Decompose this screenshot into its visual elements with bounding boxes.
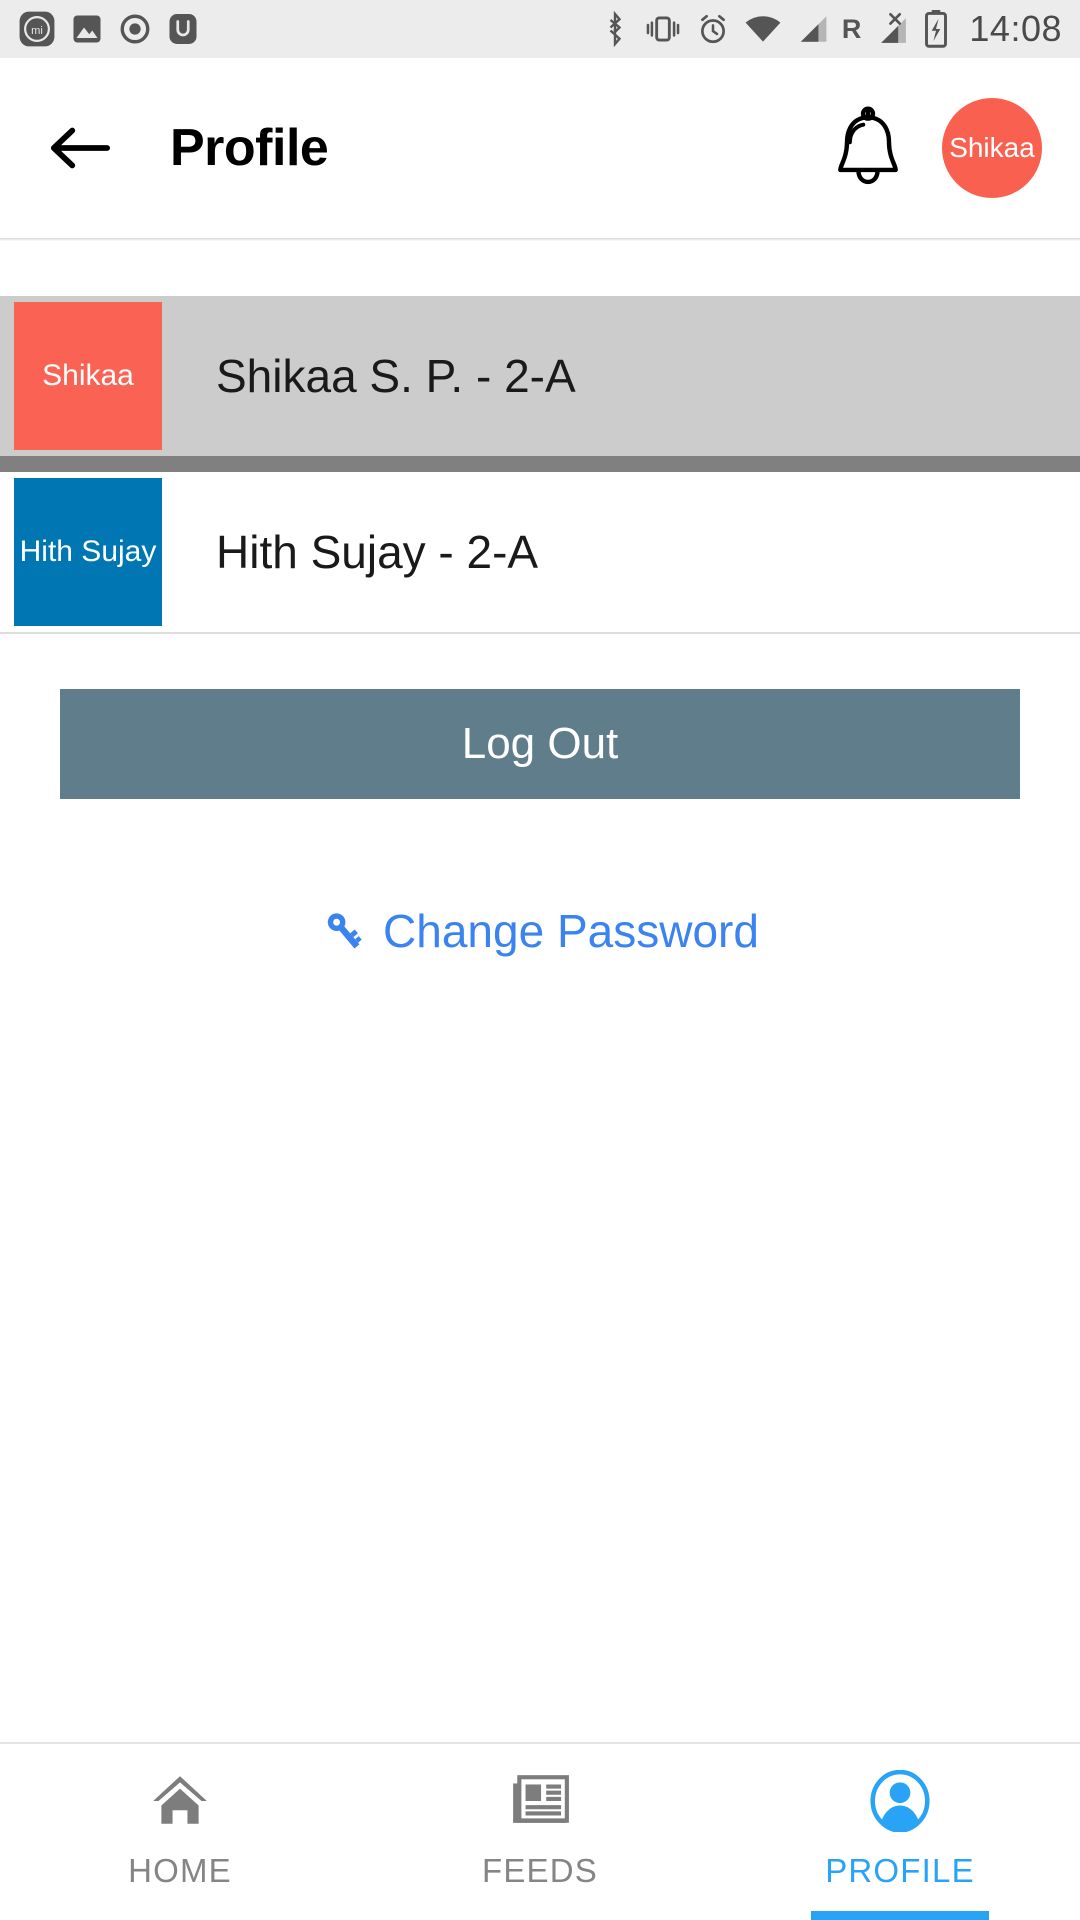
- record-dot-icon: [118, 12, 152, 46]
- change-password-label: Change Password: [383, 905, 759, 957]
- list-item-avatar: Shikaa: [14, 302, 162, 450]
- status-bar-clock: 14:08: [969, 8, 1062, 49]
- app-icon: [165, 11, 201, 47]
- nav-label-profile: PROFILE: [825, 1852, 975, 1889]
- list-item-avatar-label: Hith Sujay: [19, 535, 157, 568]
- main-content: Shikaa Shikaa S. P. - 2-A Hith Sujay Hit…: [0, 238, 1080, 958]
- logout-button[interactable]: Log Out: [60, 689, 1020, 799]
- app-screen: mi R 14:08 Profile Shikaa Shikaa Shikaa …: [0, 0, 1080, 1920]
- person-icon: [869, 1770, 931, 1832]
- nav-active-indicator: [811, 1911, 989, 1920]
- roaming-icon: R: [841, 13, 862, 44]
- list-item-label: Hith Sujay - 2-A: [216, 526, 539, 578]
- app-bar: Profile Shikaa: [0, 58, 1080, 241]
- no-sim-signal-icon: [875, 12, 909, 46]
- notifications-button[interactable]: [820, 100, 916, 196]
- key-icon: [321, 905, 367, 957]
- bottom-navigation: HOME FEEDS PROFILE: [0, 1742, 1080, 1920]
- mi-security-app-icon: mi: [18, 10, 56, 48]
- content-top-gap: [0, 238, 1080, 296]
- nav-label-home: HOME: [128, 1852, 232, 1889]
- battery-charging-icon: [923, 10, 949, 48]
- list-item-avatar: Hith Sujay: [14, 478, 162, 626]
- back-arrow-icon: [50, 127, 111, 169]
- list-item-label: Shikaa S. P. - 2-A: [216, 350, 576, 402]
- page-title: Profile: [170, 119, 329, 177]
- svg-text:mi: mi: [31, 25, 43, 37]
- status-bar-notification-icons: mi: [18, 10, 201, 48]
- status-bar: mi R 14:08: [0, 0, 1080, 58]
- bluetooth-icon: [600, 11, 630, 47]
- signal-bars-icon: [796, 13, 828, 45]
- list-item[interactable]: Hith Sujay Hith Sujay - 2-A: [0, 472, 1080, 632]
- list-item-avatar-label: Shikaa: [42, 359, 134, 392]
- avatar[interactable]: Shikaa: [942, 98, 1042, 198]
- list-item[interactable]: Shikaa Shikaa S. P. - 2-A: [0, 296, 1080, 456]
- bell-icon: [838, 106, 898, 185]
- change-password-link[interactable]: Change Password: [0, 904, 1080, 958]
- nav-label-feeds: FEEDS: [481, 1852, 599, 1889]
- alarm-icon: [696, 12, 730, 46]
- nav-item-profile[interactable]: PROFILE: [720, 1744, 1080, 1920]
- back-button[interactable]: [38, 106, 122, 190]
- nav-item-home[interactable]: HOME: [0, 1744, 360, 1920]
- nav-item-feeds[interactable]: FEEDS: [360, 1744, 720, 1920]
- list-divider: [0, 456, 1080, 472]
- avatar-label: Shikaa: [949, 132, 1035, 163]
- status-bar-system-icons: R 14:08: [600, 8, 1062, 50]
- newspaper-icon: [509, 1770, 571, 1832]
- gallery-app-icon: [69, 11, 105, 47]
- vibrate-icon: [644, 12, 682, 46]
- logout-container: Log Out: [0, 634, 1080, 799]
- home-icon: [149, 1770, 211, 1832]
- wifi-icon: [744, 13, 782, 45]
